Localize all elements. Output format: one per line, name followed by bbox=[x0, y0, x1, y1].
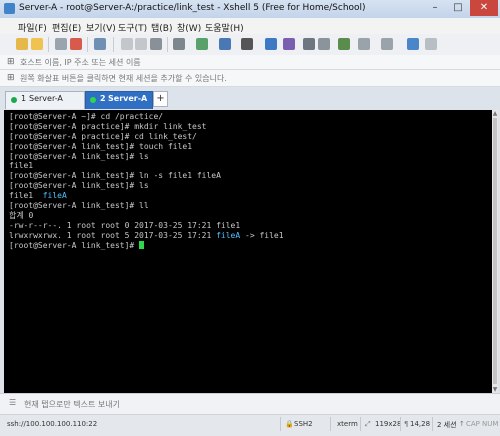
terminal-line: -rw-r--r--. 1 root root 0 2017-03-25 17:… bbox=[9, 220, 241, 230]
add-tab-button[interactable]: + bbox=[153, 91, 168, 107]
terminal-line-ls-output: file1 fileA bbox=[9, 191, 67, 201]
layout-icon[interactable] bbox=[358, 38, 370, 50]
window-title: Server-A - root@Server-A:/practice/link_… bbox=[19, 3, 366, 13]
prompt-text: [root@Server-A link_test]# bbox=[9, 240, 140, 250]
terminal-line-symlink: lrwxrwxrwx. 1 root root 5 2017-03-25 17:… bbox=[9, 230, 284, 240]
toolbar-separator bbox=[113, 37, 114, 52]
font-icon[interactable] bbox=[241, 38, 253, 50]
xftp-icon[interactable] bbox=[265, 38, 277, 50]
tab-layout-icon[interactable] bbox=[381, 38, 393, 50]
scroll-up-arrow-icon[interactable]: ▲ bbox=[492, 110, 498, 117]
globe-icon[interactable] bbox=[219, 38, 231, 50]
toolbar-separator bbox=[87, 37, 88, 52]
print-icon[interactable] bbox=[173, 38, 185, 50]
tab-number: 1 bbox=[21, 94, 27, 103]
size-icon: ⤢ bbox=[365, 420, 371, 428]
session-hint: 원쪽 화살표 버튼을 클릭하면 현재 세션을 추가할 수 있습니다. bbox=[20, 74, 227, 83]
status-caps: CAP bbox=[466, 420, 480, 428]
scrollbar-thumb[interactable] bbox=[493, 118, 497, 384]
status-size: 119x28 bbox=[375, 420, 402, 428]
close-button[interactable]: ✕ bbox=[470, 0, 498, 16]
terminal-line: 합계 0 bbox=[9, 210, 34, 220]
status-separator bbox=[330, 417, 331, 431]
paste-icon[interactable] bbox=[135, 38, 147, 50]
tab-status-dot bbox=[90, 97, 96, 103]
compose-input[interactable]: 현재 탭으로만 텍스트 보내기 bbox=[24, 399, 120, 410]
tab-label: Server-A bbox=[29, 94, 63, 103]
help-icon[interactable] bbox=[407, 38, 419, 50]
chat-icon[interactable] bbox=[425, 38, 437, 50]
terminal-line: [root@Server-A link_test]# ll bbox=[9, 201, 149, 211]
open-folder-icon[interactable] bbox=[31, 38, 43, 50]
session-icon[interactable]: ⊞ bbox=[7, 73, 15, 83]
host-icon: ⊞ bbox=[7, 57, 15, 67]
toolbar-separator bbox=[167, 37, 168, 52]
lock-icon[interactable] bbox=[318, 38, 330, 50]
status-terminal-type: xterm bbox=[337, 420, 358, 428]
lock-icon: 🔒 bbox=[285, 420, 294, 428]
terminal-line: [root@Server-A practice]# cd link_test/ bbox=[9, 131, 197, 141]
terminal-line-prompt: [root@Server-A link_test]# bbox=[9, 240, 284, 251]
terminal-cursor bbox=[139, 240, 145, 249]
fullscreen-icon[interactable] bbox=[303, 38, 315, 50]
status-separator bbox=[432, 417, 433, 431]
disconnect-icon[interactable] bbox=[70, 38, 82, 50]
maximize-button[interactable]: □ bbox=[447, 0, 469, 16]
toolbar-separator bbox=[48, 37, 49, 52]
sessions-arrow-icon[interactable]: ↑ bbox=[459, 420, 465, 428]
xmanager-icon[interactable] bbox=[283, 38, 295, 50]
xshell-app-icon bbox=[4, 3, 15, 14]
terminal-line: [root@Server-A ~]# cd /practice/ bbox=[9, 112, 164, 121]
terminal-line: [root@Server-A link_test]# ls bbox=[9, 181, 149, 191]
connect-icon[interactable] bbox=[55, 38, 67, 50]
properties-icon[interactable] bbox=[94, 38, 106, 50]
minimize-button[interactable]: – bbox=[424, 0, 446, 16]
status-address: ssh://100.100.100.110:22 bbox=[7, 420, 98, 428]
tab-number: 2 bbox=[100, 94, 106, 103]
find-icon[interactable] bbox=[150, 38, 162, 50]
menu-file[interactable]: 파일(F) bbox=[18, 21, 47, 34]
menu-edit[interactable]: 편집(E) bbox=[52, 21, 81, 34]
address-input[interactable]: 호스트 이름, IP 주소 또는 세션 이름 bbox=[20, 57, 141, 68]
terminal-line: [root@Server-A link_test]# touch file1 bbox=[9, 141, 193, 151]
terminal-line: [root@Server-A link_test]# ls bbox=[9, 151, 149, 161]
transfer-icon[interactable] bbox=[196, 38, 208, 50]
menu-view[interactable]: 보기(V) bbox=[86, 21, 116, 34]
status-separator bbox=[400, 417, 401, 431]
keyboard-icon[interactable] bbox=[338, 38, 350, 50]
terminal-line: [root@Server-A link_test]# ln -s file1 f… bbox=[9, 171, 221, 181]
terminal-line: file1 bbox=[9, 161, 34, 171]
menu-window[interactable]: 창(W) bbox=[177, 21, 201, 34]
menu-tab[interactable]: 탭(B) bbox=[151, 21, 172, 34]
status-sessions: 2 세션 bbox=[437, 421, 457, 429]
tab-status-dot bbox=[11, 97, 17, 103]
new-session-icon[interactable] bbox=[16, 38, 28, 50]
compose-icon[interactable]: ☰ bbox=[9, 398, 16, 407]
status-protocol: SSH2 bbox=[294, 420, 313, 428]
cursor-position-icon: ¶ bbox=[404, 420, 409, 428]
terminal-output: [root@Server-A ~]# cd /practice/[root@Se… bbox=[9, 112, 284, 250]
copy-icon[interactable] bbox=[121, 38, 133, 50]
status-num: NUM bbox=[482, 420, 499, 428]
menu-tools[interactable]: 도구(T) bbox=[118, 21, 147, 34]
status-separator bbox=[360, 417, 361, 431]
tab-label: Server-A bbox=[108, 94, 148, 103]
status-separator bbox=[280, 417, 281, 431]
menu-help[interactable]: 도움말(H) bbox=[205, 21, 244, 34]
symlink-name: fileA bbox=[216, 230, 241, 240]
terminal-line: [root@Server-A practice]# mkdir link_tes… bbox=[9, 121, 207, 131]
scroll-down-arrow-icon[interactable]: ▼ bbox=[492, 386, 498, 393]
status-position: 14,28 bbox=[410, 420, 431, 428]
symlink-name: fileA bbox=[42, 191, 67, 201]
